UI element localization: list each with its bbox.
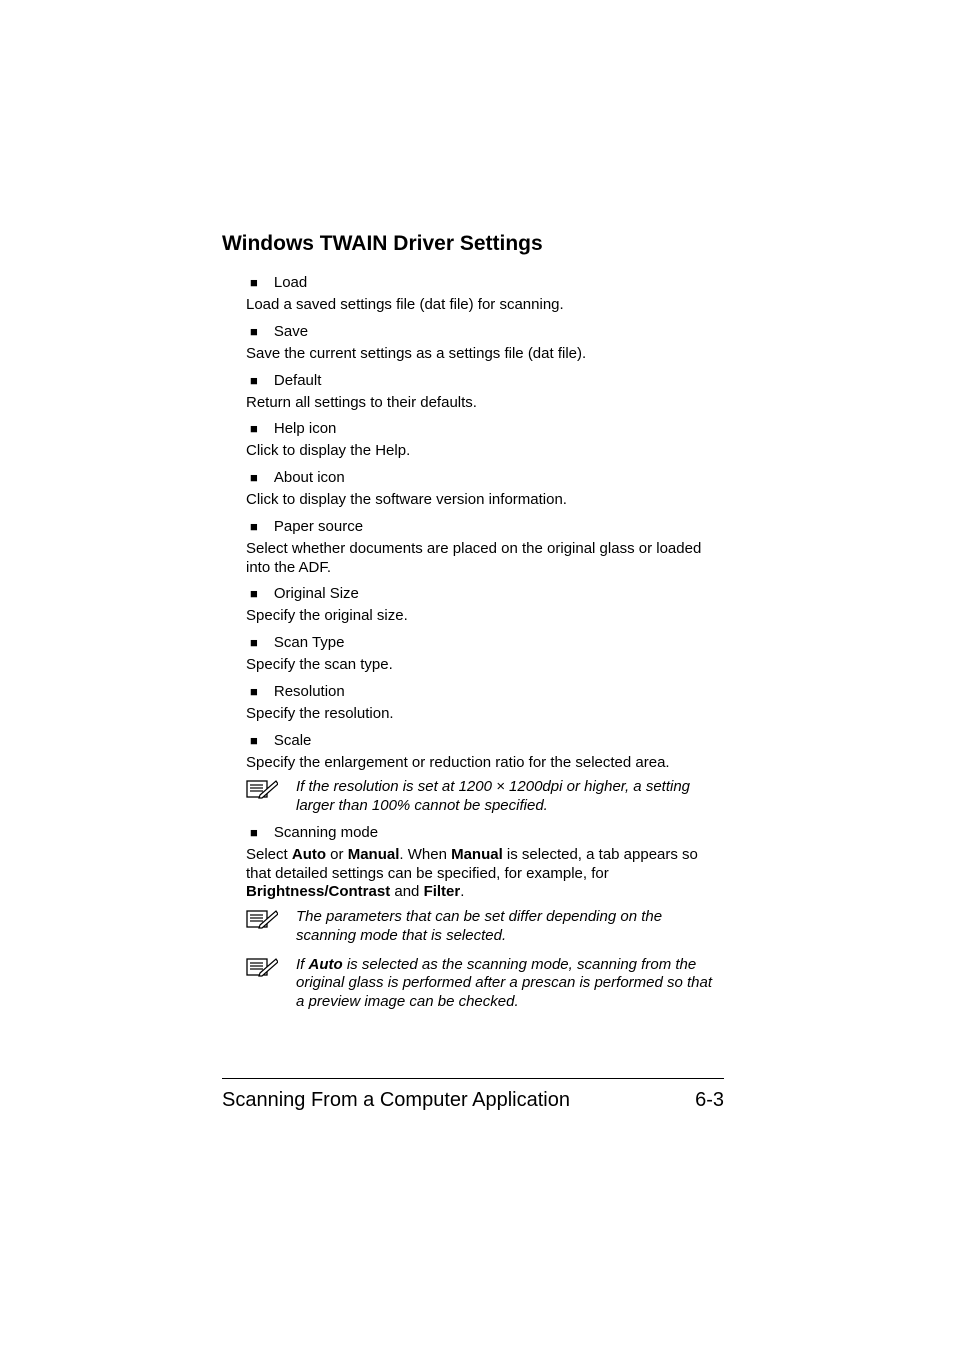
bullet-item: ■ Scale [246,732,724,750]
footer-section-title: Scanning From a Computer Application [222,1089,570,1112]
note-text: If the resolution is set at 1200 × 1200d… [296,778,724,816]
bullet-item: ■ Paper source [246,518,724,536]
text-bold: Filter [424,883,461,900]
bullet-item: ■ Save [246,323,724,341]
document-page: Windows TWAIN Driver Settings ■ Load Loa… [0,0,954,1350]
text-bold: Brightness/Contrast [246,883,390,900]
note-icon [246,778,290,800]
note-block: If the resolution is set at 1200 × 1200d… [246,778,724,816]
text-segment: is selected as the scanning mode, scanni… [296,956,712,1011]
note-block: The parameters that can be set differ de… [246,908,724,946]
bullet-description: Load a saved settings file (dat file) fo… [246,296,724,315]
text-bold: Manual [348,846,400,863]
bullet-label: Default [274,372,322,390]
square-bullet-icon: ■ [250,732,258,750]
bullet-item: ■ Resolution [246,683,724,701]
bullet-description: Return all settings to their defaults. [246,394,724,413]
bullet-item: ■ Scanning mode [246,824,724,842]
bullet-item: ■ Original Size [246,585,724,603]
bullet-label: Scanning mode [274,824,378,842]
square-bullet-icon: ■ [250,683,258,701]
bullet-item: ■ Default [246,372,724,390]
text-bold: Auto [309,956,343,973]
note-icon [246,908,290,930]
note-block: If Auto is selected as the scanning mode… [246,956,724,1012]
text-segment: . [460,883,464,900]
square-bullet-icon: ■ [250,469,258,487]
square-bullet-icon: ■ [250,323,258,341]
bullet-label: About icon [274,469,345,487]
text-bold: Auto [292,846,326,863]
bullet-item: ■ About icon [246,469,724,487]
footer-rule [222,1078,724,1079]
square-bullet-icon: ■ [250,420,258,438]
section-content: ■ Load Load a saved settings file (dat f… [222,274,724,1012]
section-heading: Windows TWAIN Driver Settings [222,232,724,256]
square-bullet-icon: ■ [250,274,258,292]
bullet-label: Load [274,274,307,292]
page-footer: Scanning From a Computer Application 6-3 [222,1078,724,1112]
bullet-description: Select whether documents are placed on t… [246,540,724,578]
bullet-description: Specify the resolution. [246,705,724,724]
bullet-label: Paper source [274,518,363,536]
bullet-label: Resolution [274,683,345,701]
bullet-item: ■ Help icon [246,420,724,438]
square-bullet-icon: ■ [250,518,258,536]
bullet-description: Specify the original size. [246,607,724,626]
bullet-description: Specify the enlargement or reduction rat… [246,754,724,773]
bullet-label: Original Size [274,585,359,603]
footer-page-number: 6-3 [695,1089,724,1112]
bullet-label: Scale [274,732,312,750]
bullet-description: Specify the scan type. [246,656,724,675]
bullet-description: Click to display the Help. [246,442,724,461]
note-text: The parameters that can be set differ de… [296,908,724,946]
bullet-label: Scan Type [274,634,345,652]
bullet-description: Click to display the software version in… [246,491,724,510]
note-text: If Auto is selected as the scanning mode… [296,956,724,1012]
text-segment: If [296,956,309,973]
note-icon [246,956,290,978]
bullet-description: Select Auto or Manual. When Manual is se… [246,846,724,902]
bullet-item: ■ Scan Type [246,634,724,652]
text-segment: Select [246,846,292,863]
square-bullet-icon: ■ [250,634,258,652]
square-bullet-icon: ■ [250,372,258,390]
square-bullet-icon: ■ [250,824,258,842]
text-segment: . When [399,846,451,863]
square-bullet-icon: ■ [250,585,258,603]
text-bold: Manual [451,846,503,863]
text-segment: and [390,883,423,900]
bullet-description: Save the current settings as a settings … [246,345,724,364]
bullet-item: ■ Load [246,274,724,292]
bullet-label: Help icon [274,420,337,438]
text-segment: or [326,846,348,863]
bullet-label: Save [274,323,308,341]
